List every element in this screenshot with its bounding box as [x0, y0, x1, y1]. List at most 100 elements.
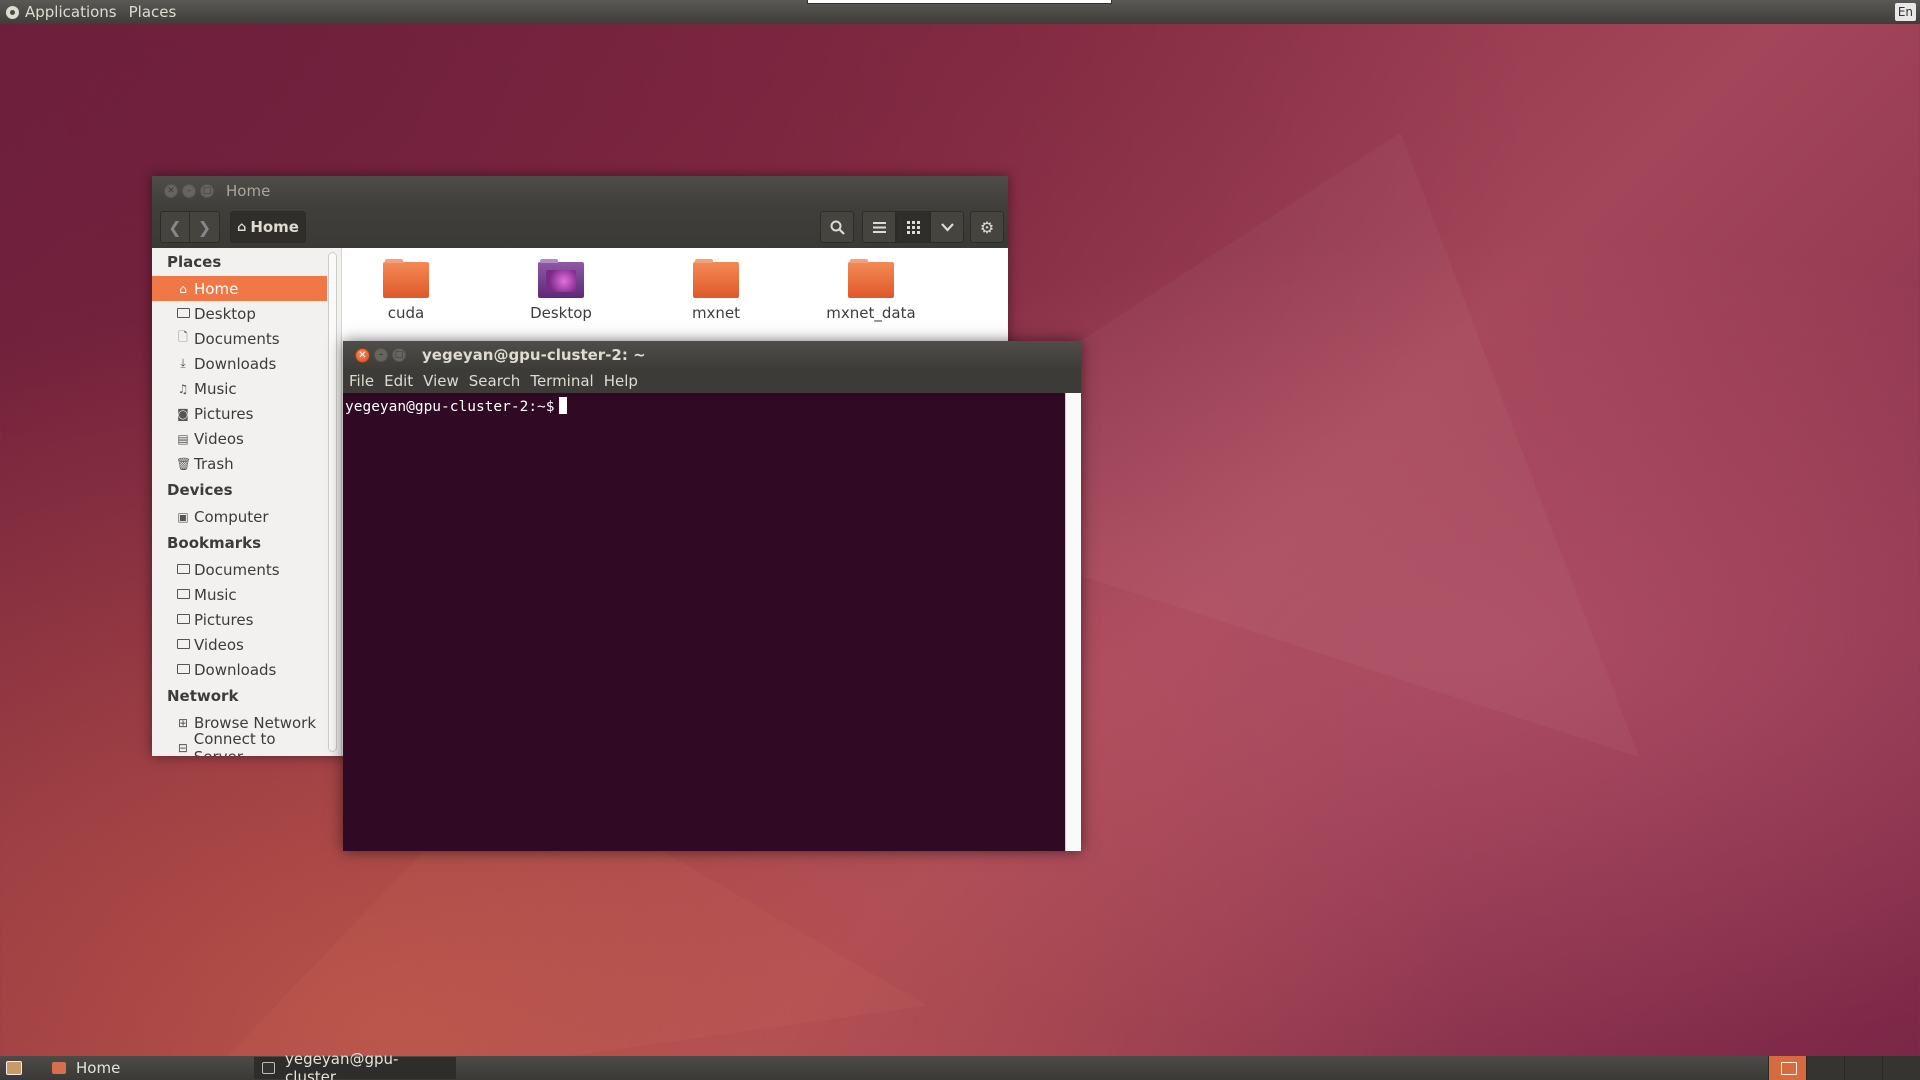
computer-icon: ▣ — [177, 509, 189, 524]
sidebar-item-desktop[interactable]: Desktop — [152, 301, 327, 326]
workspace-2[interactable] — [1806, 1056, 1844, 1080]
gear-icon: ⚙ — [979, 217, 995, 237]
sidebar-item-label: Pictures — [194, 404, 254, 423]
sidebar-item-label: Home — [194, 279, 239, 298]
settings-button[interactable]: ⚙ — [970, 211, 1004, 243]
sidebar-item-bookmark-music[interactable]: Music — [152, 582, 327, 607]
sidebar-item-computer[interactable]: ▣ Computer — [152, 504, 327, 529]
sidebar-item-bookmark-documents[interactable]: Documents — [152, 557, 327, 582]
top-panel-input-box[interactable] — [807, 0, 1112, 4]
search-button[interactable] — [820, 211, 854, 243]
chevron-left-icon: ❮ — [168, 217, 182, 237]
maximize-icon[interactable]: □ — [392, 348, 406, 362]
sidebar: Places ⌂ Home Desktop 🗋 Documents ⤓ Down… — [152, 248, 342, 756]
workspace-1[interactable] — [1768, 1056, 1806, 1080]
terminal-title: yegeyan@gpu-cluster-2: ~ — [422, 346, 646, 364]
server-icon: ⊟ — [177, 740, 188, 755]
text-cursor — [558, 397, 567, 414]
sidebar-item-bookmark-downloads[interactable]: Downloads — [152, 657, 327, 682]
download-icon: ⤓ — [180, 356, 186, 370]
show-desktop-icon[interactable] — [6, 1061, 22, 1075]
workspace-3[interactable] — [1844, 1056, 1882, 1080]
grid-view-button[interactable] — [896, 211, 930, 243]
sidebar-item-trash[interactable]: 🗑 Trash — [152, 451, 327, 476]
sidebar-item-videos[interactable]: ▤ Videos — [152, 426, 327, 451]
network-icon: ⊞ — [177, 715, 189, 730]
sidebar-item-bookmark-videos[interactable]: Videos — [152, 632, 327, 657]
maximize-icon[interactable]: □ — [200, 184, 214, 198]
top-panel: Applications Places En — [0, 0, 1920, 24]
taskbar-item-terminal[interactable]: yegeyan@gpu-cluster... — [254, 1050, 456, 1080]
close-icon[interactable]: ✕ — [164, 184, 178, 198]
applications-menu[interactable]: Applications — [0, 0, 123, 24]
folder-icon — [176, 638, 190, 652]
keyboard-layout-indicator[interactable]: En — [1894, 3, 1916, 21]
menu-file[interactable]: File — [349, 372, 374, 390]
camera-icon: ◙ — [177, 406, 189, 421]
terminal-titlebar[interactable]: ✕ – □ yegeyan@gpu-cluster-2: ~ — [343, 341, 1081, 369]
terminal-icon — [262, 1062, 276, 1074]
sidebar-item-label: Music — [194, 379, 237, 398]
terminal-scrollbar[interactable] — [1065, 393, 1081, 851]
menu-help[interactable]: Help — [604, 372, 638, 390]
menu-view[interactable]: View — [423, 372, 459, 390]
folder-icon — [176, 588, 190, 602]
forward-button[interactable]: ❯ — [190, 211, 220, 243]
file-item-mxnet[interactable]: mxnet — [656, 259, 776, 322]
sidebar-scrollbar[interactable] — [328, 252, 337, 752]
music-icon: ♫ — [177, 381, 189, 396]
terminal-content[interactable]: yegeyan@gpu-cluster-2:~$ — [343, 393, 1065, 851]
sidebar-item-label: Downloads — [194, 354, 277, 373]
sidebar-item-label: Music — [194, 585, 237, 604]
sidebar-item-label: Downloads — [194, 660, 277, 679]
sidebar-item-downloads[interactable]: ⤓ Downloads — [152, 351, 327, 376]
list-view-icon — [872, 221, 886, 233]
file-item-label: cuda — [387, 304, 425, 322]
file-item-desktop[interactable]: Desktop — [501, 259, 621, 322]
search-icon — [830, 220, 845, 235]
sidebar-item-label: Computer — [194, 507, 269, 526]
back-button[interactable]: ❮ — [160, 211, 190, 243]
close-icon[interactable]: ✕ — [355, 347, 370, 363]
workspace-switcher — [1768, 1056, 1920, 1080]
folder-icon — [176, 613, 190, 627]
terminal-menubar: File Edit View Search Terminal Help — [343, 369, 1081, 393]
sidebar-item-music[interactable]: ♫ Music — [152, 376, 327, 401]
sidebar-item-bookmark-pictures[interactable]: Pictures — [152, 607, 327, 632]
terminal-prompt: yegeyan@gpu-cluster-2:~$ — [345, 399, 555, 415]
minimize-icon[interactable]: – — [182, 184, 196, 198]
list-view-button[interactable] — [862, 211, 896, 243]
path-bar-home-button[interactable]: ⌂ Home — [230, 211, 306, 243]
file-item-label: mxnet_data — [826, 304, 916, 322]
home-icon: ⌂ — [237, 219, 247, 235]
trash-icon: 🗑 — [176, 456, 192, 471]
file-item-mxnet-data[interactable]: mxnet_data — [811, 259, 931, 322]
desktop-folder-icon — [538, 259, 584, 298]
view-options-button[interactable] — [930, 211, 964, 243]
film-icon: ▤ — [177, 431, 189, 446]
minimize-icon[interactable]: – — [374, 348, 388, 362]
sidebar-item-label: Videos — [194, 429, 244, 448]
chevron-down-icon — [940, 222, 954, 232]
menu-search[interactable]: Search — [469, 372, 521, 390]
sidebar-item-pictures[interactable]: ◙ Pictures — [152, 401, 327, 426]
ubuntu-logo-icon — [6, 5, 19, 19]
menu-terminal[interactable]: Terminal — [530, 372, 593, 390]
menu-edit[interactable]: Edit — [384, 372, 413, 390]
home-icon: ⌂ — [179, 281, 187, 296]
sidebar-item-label: Pictures — [194, 610, 254, 629]
folder-icon — [176, 663, 190, 677]
sidebar-header-devices: Devices — [167, 481, 233, 499]
places-menu[interactable]: Places — [123, 0, 183, 24]
places-menu-label: Places — [128, 3, 177, 21]
sidebar-item-connect-to-server[interactable]: ⊟ Connect to Server — [152, 730, 327, 757]
sidebar-item-home[interactable]: ⌂ Home — [152, 276, 327, 301]
sidebar-item-documents[interactable]: 🗋 Documents — [152, 326, 327, 351]
folder-icon — [693, 259, 739, 298]
sidebar-item-label: Videos — [194, 635, 244, 654]
file-manager-titlebar[interactable]: ✕ – □ Home — [152, 176, 1008, 206]
file-manager-toolbar: ❮ ❯ ⌂ Home ⚙ — [152, 206, 1008, 248]
workspace-4[interactable] — [1882, 1056, 1920, 1080]
taskbar-item-home[interactable]: Home — [44, 1057, 244, 1079]
file-item-cuda[interactable]: cuda — [346, 259, 466, 322]
